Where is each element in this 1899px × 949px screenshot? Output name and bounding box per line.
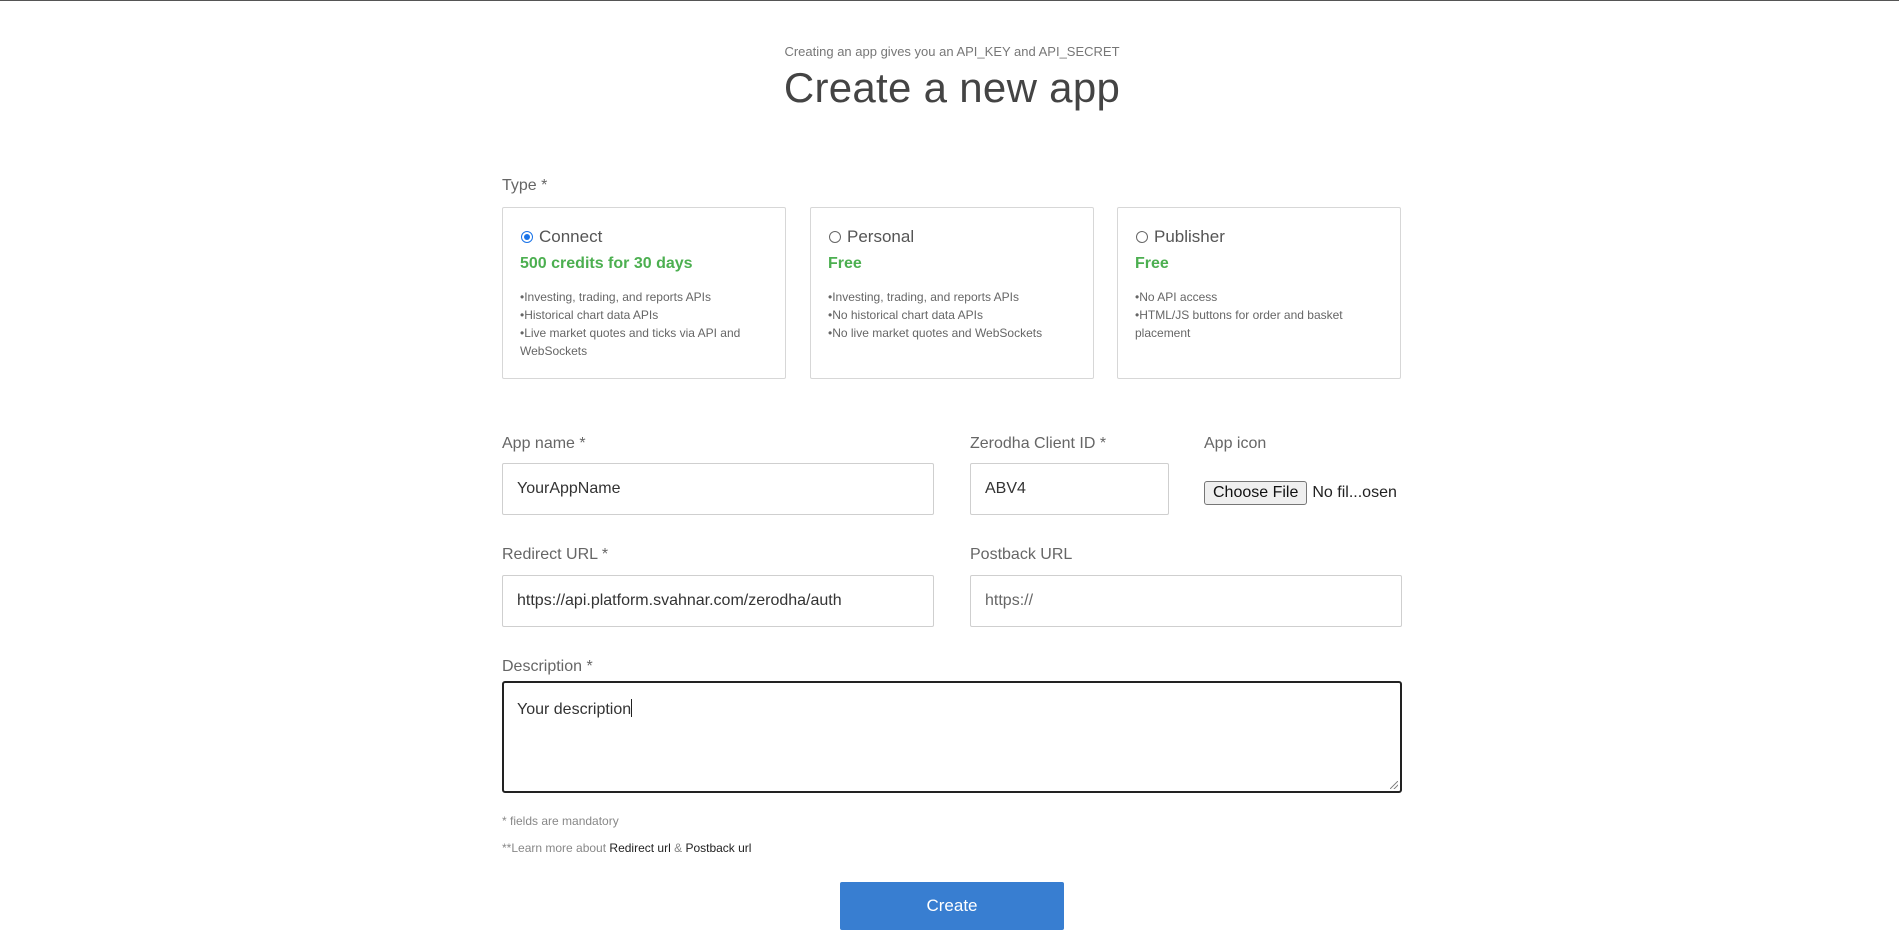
file-status: No fil...osen: [1312, 484, 1397, 501]
feature-item: Investing, trading, and reports APIs: [520, 288, 771, 306]
app-name-label: App name *: [502, 435, 586, 452]
type-option-connect[interactable]: Connect 500 credits for 30 days Investin…: [502, 207, 786, 379]
choose-file-button[interactable]: Choose File: [1204, 481, 1308, 505]
type-price: 500 credits for 30 days: [520, 255, 693, 272]
feature-list: Investing, trading, and reports APIs His…: [520, 288, 771, 360]
type-option-publisher[interactable]: Publisher Free No API access HTML/JS but…: [1117, 207, 1401, 379]
feature-item: No historical chart data APIs: [828, 306, 1079, 324]
page-subtitle: Creating an app gives you an API_KEY and…: [784, 44, 1120, 59]
radio-personal[interactable]: [829, 231, 841, 243]
redirect-url-input[interactable]: https://api.platform.svahnar.com/zerodha…: [502, 575, 934, 627]
postback-url-link[interactable]: Postback url: [685, 841, 751, 855]
type-name: Publisher: [1154, 227, 1225, 246]
app-name-input[interactable]: YourAppName: [502, 463, 934, 515]
client-id-input[interactable]: ABV4: [970, 463, 1169, 515]
ampersand: &: [670, 841, 686, 855]
type-price: Free: [828, 255, 862, 272]
feature-item: Live market quotes and ticks via API and…: [520, 324, 771, 360]
learn-more-prefix: **Learn more about: [502, 841, 610, 855]
feature-item: No live market quotes and WebSockets: [828, 324, 1079, 342]
feature-item: HTML/JS buttons for order and basket pla…: [1135, 306, 1386, 342]
page-title: Create a new app: [783, 64, 1121, 111]
postback-url-label: Postback URL: [970, 546, 1073, 563]
text-caret: [631, 699, 633, 717]
feature-list: No API access HTML/JS buttons for order …: [1135, 288, 1386, 342]
type-name: Connect: [539, 227, 603, 246]
app-icon-file-input[interactable]: Choose File No fil...osen: [1204, 481, 1397, 505]
create-button[interactable]: Create: [840, 882, 1064, 930]
type-price: Free: [1135, 255, 1169, 272]
feature-item: Historical chart data APIs: [520, 306, 771, 324]
type-option-personal[interactable]: Personal Free Investing, trading, and re…: [810, 207, 1094, 379]
redirect-url-label: Redirect URL *: [502, 546, 609, 563]
learn-more-note: **Learn more about Redirect url & Postba…: [502, 841, 751, 855]
postback-url-input[interactable]: https://: [970, 575, 1402, 627]
client-id-label: Zerodha Client ID *: [970, 435, 1107, 452]
radio-publisher[interactable]: [1136, 231, 1148, 243]
description-textarea[interactable]: Your description: [502, 681, 1402, 793]
feature-list: Investing, trading, and reports APIs No …: [828, 288, 1079, 342]
redirect-url-link[interactable]: Redirect url: [609, 841, 670, 855]
type-label: Type *: [502, 177, 548, 194]
description-text: Your description: [517, 701, 632, 718]
radio-connect[interactable]: [521, 231, 533, 243]
description-label: Description *: [502, 658, 593, 675]
top-border: [0, 0, 1899, 1]
feature-item: No API access: [1135, 288, 1386, 306]
app-icon-label: App icon: [1204, 435, 1267, 452]
feature-item: Investing, trading, and reports APIs: [828, 288, 1079, 306]
resize-handle-icon[interactable]: [1390, 781, 1398, 789]
type-name: Personal: [847, 227, 915, 246]
mandatory-note: * fields are mandatory: [502, 814, 619, 828]
